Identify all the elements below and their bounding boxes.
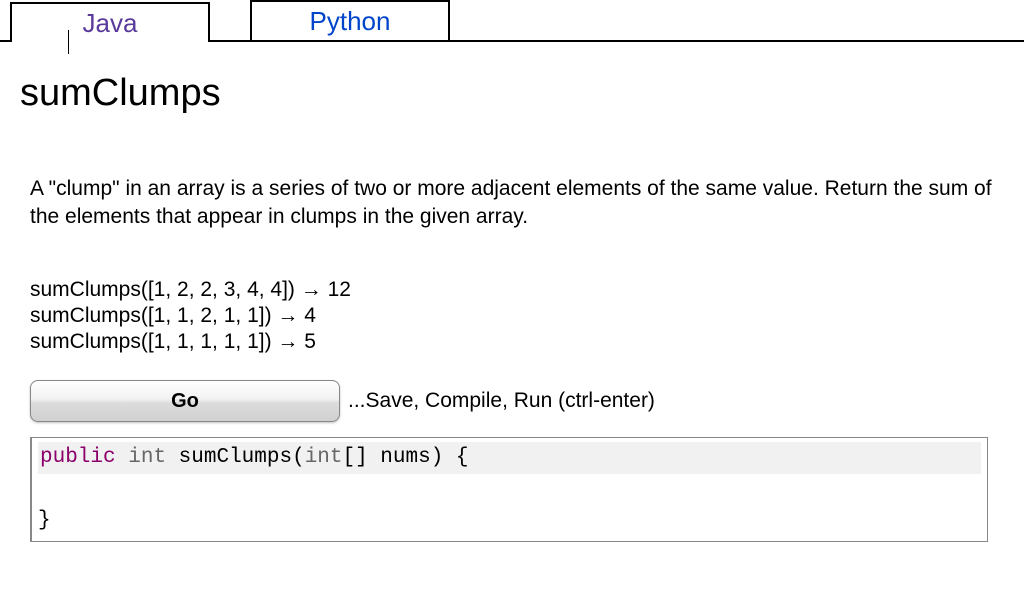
- type-int: int: [305, 446, 343, 469]
- example-result: 4: [304, 304, 316, 327]
- action-row: Go ...Save, Compile, Run (ctrl-enter): [30, 380, 994, 422]
- problem-content: sumClumps A "clump" in an array is a ser…: [0, 42, 1024, 562]
- problem-description: A "clump" in an array is a series of two…: [30, 175, 994, 232]
- example-row: sumClumps([1, 2, 2, 3, 4, 4]) → 12: [30, 277, 994, 303]
- go-button[interactable]: Go: [30, 380, 340, 422]
- example-call: sumClumps([1, 1, 2, 1, 1]): [30, 304, 272, 327]
- problem-title: sumClumps: [20, 72, 994, 115]
- arrow-icon: →: [272, 330, 305, 353]
- fn-name: sumClumps(: [179, 446, 305, 469]
- examples-block: sumClumps([1, 2, 2, 3, 4, 4]) → 12 sumCl…: [30, 277, 994, 356]
- example-row: sumClumps([1, 1, 2, 1, 1]) → 4: [30, 303, 994, 329]
- keyword-public: public: [40, 446, 116, 469]
- tab-java[interactable]: Java: [10, 2, 210, 42]
- code-line: }: [38, 505, 981, 537]
- params-tail: [] nums) {: [343, 446, 469, 469]
- text-cursor: [68, 30, 69, 54]
- arrow-icon: →: [272, 304, 305, 327]
- action-hint: ...Save, Compile, Run (ctrl-enter): [348, 389, 655, 413]
- example-call: sumClumps([1, 2, 2, 3, 4, 4]): [30, 278, 295, 301]
- code-line: public int sumClumps(int[] nums) {: [38, 442, 981, 474]
- language-tabs: Java Python: [0, 0, 1024, 42]
- example-call: sumClumps([1, 1, 1, 1, 1]): [30, 330, 272, 353]
- code-editor[interactable]: public int sumClumps(int[] nums) { }: [30, 437, 988, 542]
- example-result: 5: [304, 330, 316, 353]
- type-int: int: [128, 446, 166, 469]
- example-result: 12: [328, 278, 351, 301]
- example-row: sumClumps([1, 1, 1, 1, 1]) → 5: [30, 329, 994, 355]
- tab-python[interactable]: Python: [250, 0, 450, 40]
- arrow-icon: →: [295, 278, 328, 301]
- code-line: [38, 474, 981, 506]
